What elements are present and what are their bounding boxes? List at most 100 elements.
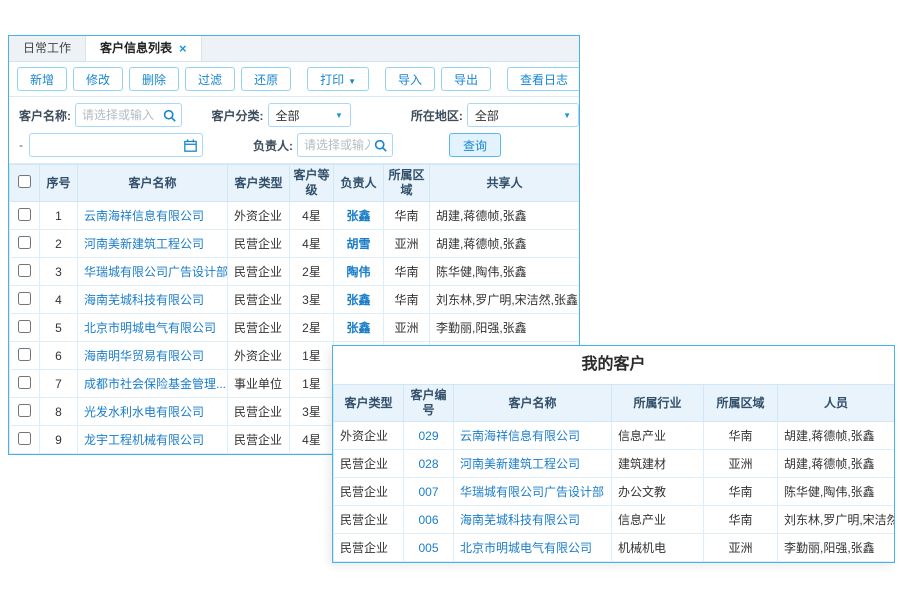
shared-cell: 胡建,蒋德帧,张鑫 <box>430 202 580 230</box>
customer-name-link[interactable]: 华瑞城有限公司广告设计部 <box>78 258 228 286</box>
select-all-header <box>10 165 40 202</box>
customer-name-link[interactable]: 云南海祥信息有限公司 <box>454 422 612 450</box>
customer-level-cell: 1星 <box>290 342 334 370</box>
date-input[interactable] <box>30 134 202 156</box>
customer-type-cell: 民营企业 <box>228 398 290 426</box>
header-customer-code: 客户编号 <box>404 385 454 422</box>
close-tab-icon[interactable]: × <box>179 42 187 55</box>
customer-code-link[interactable]: 028 <box>404 450 454 478</box>
customer-name-link[interactable]: 海南芜城科技有限公司 <box>454 506 612 534</box>
owner-search-box <box>297 133 393 157</box>
view-log-button[interactable]: 查看日志 <box>507 67 580 91</box>
row-checkbox[interactable] <box>18 404 31 417</box>
region-select[interactable]: 全部 ▼ <box>467 103 579 127</box>
filter-row-1: 客户名称: 客户分类: 全部 ▼ 所在地区: 全部 ▼ <box>19 100 579 130</box>
select-all-checkbox[interactable] <box>18 175 31 188</box>
row-checkbox[interactable] <box>18 348 31 361</box>
query-button[interactable]: 查询 <box>449 133 501 157</box>
region-cell: 华南 <box>704 422 778 450</box>
owner-link[interactable]: 张鑫 <box>334 202 384 230</box>
owner-link[interactable]: 陶伟 <box>334 258 384 286</box>
customer-name-link[interactable]: 光发水利水电有限公司 <box>78 398 228 426</box>
customer-name-link[interactable]: 北京市明城电气有限公司 <box>78 314 228 342</box>
region-cell: 亚洲 <box>704 534 778 562</box>
customer-code-link[interactable]: 006 <box>404 506 454 534</box>
owner-link[interactable]: 胡雪 <box>334 230 384 258</box>
customer-name-link[interactable]: 河南美新建筑工程公司 <box>78 230 228 258</box>
row-no: 3 <box>40 258 78 286</box>
owner-link[interactable]: 张鑫 <box>334 286 384 314</box>
my-customers-panel: 我的客户 客户类型 客户编号 客户名称 所属行业 所属区域 人员 外资企业 02… <box>332 345 895 563</box>
customer-type-cell: 外资企业 <box>334 422 404 450</box>
region-cell: 华南 <box>384 286 430 314</box>
add-button[interactable]: 新增 <box>17 67 67 91</box>
customer-name-link[interactable]: 北京市明城电气有限公司 <box>454 534 612 562</box>
tab-bar: 日常工作 客户信息列表 × <box>9 36 579 62</box>
print-button[interactable]: 打印▼ <box>307 67 369 91</box>
header-customer-name: 客户名称 <box>78 165 228 202</box>
customer-type-cell: 外资企业 <box>228 202 290 230</box>
customer-code-link[interactable]: 007 <box>404 478 454 506</box>
row-checkbox[interactable] <box>18 208 31 221</box>
table-row: 5 北京市明城电气有限公司 民营企业 2星 张鑫 亚洲 李勤丽,阳强,张鑫 <box>10 314 580 342</box>
customer-type-cell: 民营企业 <box>228 314 290 342</box>
customer-name-link[interactable]: 华瑞城有限公司广告设计部 <box>454 478 612 506</box>
filter-button[interactable]: 过滤 <box>185 67 235 91</box>
calendar-icon[interactable] <box>184 139 197 152</box>
shared-cell: 陈华健,陶伟,张鑫 <box>430 258 580 286</box>
customer-code-link[interactable]: 005 <box>404 534 454 562</box>
customer-name-link[interactable]: 海南芜城科技有限公司 <box>78 286 228 314</box>
search-icon[interactable] <box>374 139 387 152</box>
table-row: 民营企业 007 华瑞城有限公司广告设计部 办公文教 华南 陈华健,陶伟,张鑫 <box>334 478 895 506</box>
search-icon[interactable] <box>163 109 176 122</box>
row-checkbox[interactable] <box>18 264 31 277</box>
export-button[interactable]: 导出 <box>441 67 491 91</box>
customer-type-cell: 民营企业 <box>334 450 404 478</box>
table-row: 1 云南海祥信息有限公司 外资企业 4星 张鑫 华南 胡建,蒋德帧,张鑫 <box>10 202 580 230</box>
customer-name-link[interactable]: 成都市社会保险基金管理... <box>78 370 228 398</box>
customer-name-link[interactable]: 海南明华贸易有限公司 <box>78 342 228 370</box>
row-no: 7 <box>40 370 78 398</box>
category-select[interactable]: 全部 ▼ <box>268 103 351 127</box>
customer-type-cell: 民营企业 <box>228 426 290 454</box>
industry-cell: 建筑建材 <box>612 450 704 478</box>
row-no: 6 <box>40 342 78 370</box>
row-checkbox[interactable] <box>18 320 31 333</box>
region-cell: 华南 <box>384 202 430 230</box>
filter-row-2: - 负责人: 查询 <box>19 130 579 160</box>
customer-type-cell: 民营企业 <box>334 506 404 534</box>
header-region: 所属区域 <box>704 385 778 422</box>
row-checkbox[interactable] <box>18 376 31 389</box>
row-checkbox[interactable] <box>18 292 31 305</box>
import-button[interactable]: 导入 <box>385 67 435 91</box>
customer-name-link[interactable]: 龙宇工程机械有限公司 <box>78 426 228 454</box>
row-checkbox[interactable] <box>18 432 31 445</box>
header-no: 序号 <box>40 165 78 202</box>
delete-button[interactable]: 删除 <box>129 67 179 91</box>
people-cell: 胡建,蒋德帧,张鑫 <box>778 450 895 478</box>
tab-daily-work[interactable]: 日常工作 <box>9 36 86 61</box>
table-header-row: 序号 客户名称 客户类型 客户等级 负责人 所属区域 共享人 <box>10 165 580 202</box>
table-row: 4 海南芜城科技有限公司 民营企业 3星 张鑫 华南 刘东林,罗广明,宋洁然,张… <box>10 286 580 314</box>
customer-level-cell: 4星 <box>290 426 334 454</box>
customer-name-link[interactable]: 云南海祥信息有限公司 <box>78 202 228 230</box>
owner-link[interactable]: 张鑫 <box>334 314 384 342</box>
edit-button[interactable]: 修改 <box>73 67 123 91</box>
customer-level-cell: 2星 <box>290 314 334 342</box>
region-cell: 华南 <box>704 478 778 506</box>
table-row: 外资企业 029 云南海祥信息有限公司 信息产业 华南 胡建,蒋德帧,张鑫 <box>334 422 895 450</box>
table-row: 民营企业 005 北京市明城电气有限公司 机械机电 亚洲 李勤丽,阳强,张鑫 <box>334 534 895 562</box>
tab-customer-list[interactable]: 客户信息列表 × <box>86 36 202 61</box>
header-customer-type: 客户类型 <box>334 385 404 422</box>
customer-name-search-box <box>75 103 182 127</box>
row-no: 1 <box>40 202 78 230</box>
header-people: 人员 <box>778 385 895 422</box>
header-owner: 负责人 <box>334 165 384 202</box>
row-checkbox[interactable] <box>18 236 31 249</box>
customer-name-link[interactable]: 河南美新建筑工程公司 <box>454 450 612 478</box>
customer-code-link[interactable]: 029 <box>404 422 454 450</box>
restore-button[interactable]: 还原 <box>241 67 291 91</box>
row-no: 8 <box>40 398 78 426</box>
my-customers-table: 客户类型 客户编号 客户名称 所属行业 所属区域 人员 外资企业 029 云南海… <box>333 384 895 562</box>
table-row: 民营企业 006 海南芜城科技有限公司 信息产业 华南 刘东林,罗广明,宋洁然.… <box>334 506 895 534</box>
